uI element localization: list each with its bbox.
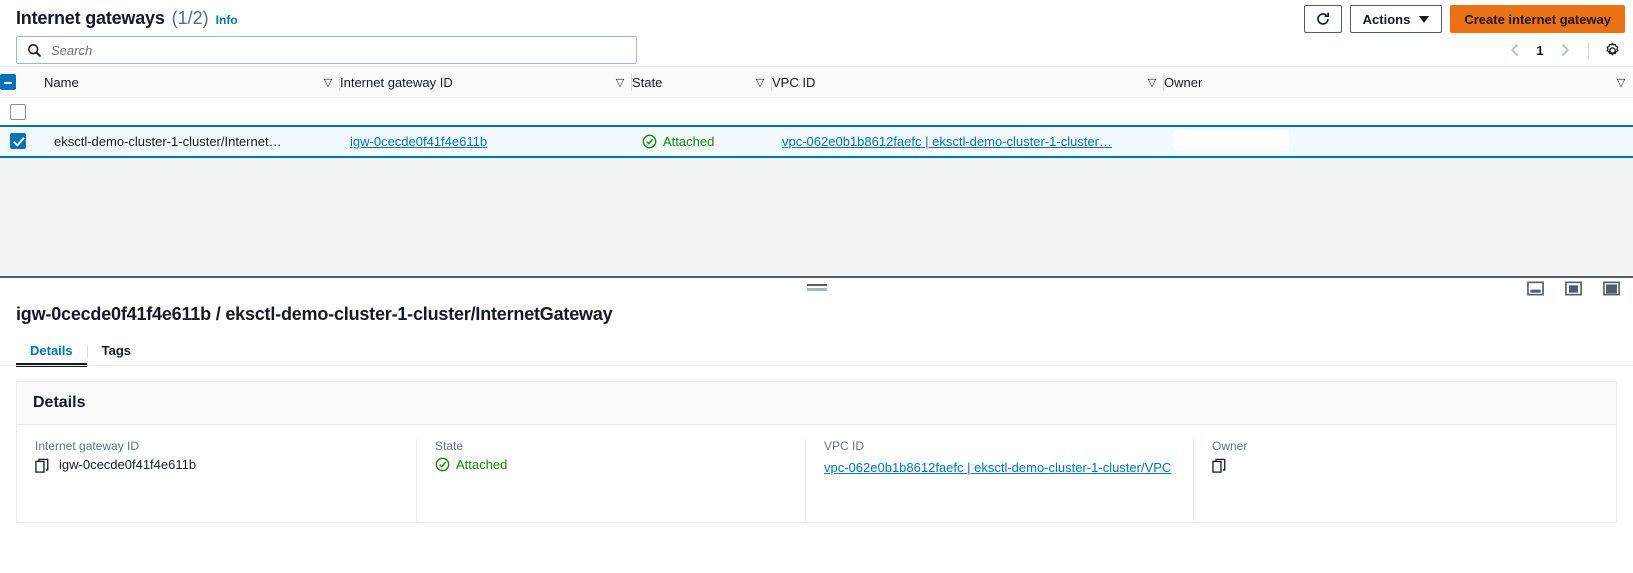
column-header-vpc-id[interactable]: VPC ID ▽	[772, 66, 1164, 98]
table-header-row: Name ▽ Internet gateway ID ▽ State ▽ VPC…	[0, 66, 1633, 98]
pagination-prev-button[interactable]	[1502, 38, 1528, 62]
copy-icon[interactable]	[1212, 458, 1227, 474]
pagination-divider	[1588, 41, 1589, 59]
check-circle-icon	[435, 457, 450, 471]
resize-handle-bar	[806, 287, 827, 291]
detail-label: VPC ID	[824, 438, 865, 453]
filter-row: 1	[0, 34, 1633, 66]
resize-handle[interactable]	[806, 283, 827, 291]
row-checkbox[interactable]	[10, 103, 26, 120]
resource-count: (1/2)	[171, 8, 209, 28]
gear-icon	[1606, 42, 1618, 55]
row-vpc-id-cell	[772, 97, 1164, 126]
sort-icon[interactable]: ▽	[316, 76, 340, 89]
gateway-id-link[interactable]: igw-0cecde0f41f4e611b	[350, 134, 487, 149]
table-settings-button[interactable]	[1599, 38, 1625, 62]
sort-icon[interactable]: ▽	[748, 76, 772, 89]
table-empty-area	[0, 157, 1633, 276]
panel-side-icon[interactable]	[1565, 280, 1582, 297]
search-icon	[27, 43, 42, 57]
column-header-name[interactable]: Name ▽	[44, 66, 340, 98]
resize-handle-bar	[806, 283, 827, 286]
column-header-owner[interactable]: Owner ▽	[1164, 66, 1633, 98]
details-card-heading: Details	[17, 381, 1616, 425]
tab-details-label: Details	[30, 342, 73, 358]
detail-field-owner: Owner	[1193, 438, 1613, 522]
column-header-gateway-id-label: Internet gateway ID	[340, 74, 453, 90]
create-button-label: Create internet gateway	[1464, 11, 1611, 27]
detail-label: State	[435, 438, 464, 453]
column-header-owner-label: Owner	[1164, 74, 1203, 90]
row-state-cell	[632, 97, 772, 126]
detail-field-vpc-id: VPC ID vpc-062e0b1b8612faefc | eksctl-de…	[805, 438, 1193, 522]
row-vpc-id-cell: vpc-062e0b1b8612faefc | eksctl-demo-clus…	[772, 124, 1164, 158]
detail-field-gateway-id: Internet gateway ID igw-0cecde0f41f4e611…	[17, 439, 416, 522]
panel-full-icon[interactable]	[1603, 280, 1620, 297]
vpc-id-link[interactable]: vpc-062e0b1b8612faefc | eksctl-demo-clus…	[782, 134, 1112, 149]
sort-icon[interactable]: ▽	[608, 76, 632, 89]
gateways-list-section: Internet gateways (1/2) Info Actions Cre…	[0, 0, 1633, 276]
row-gateway-id-cell	[340, 97, 632, 126]
state-label: Attached	[663, 133, 715, 149]
owner-redacted-value	[1174, 129, 1289, 150]
tab-tags-label: Tags	[101, 342, 132, 358]
row-state-cell: Attached	[632, 124, 772, 158]
title-group: Internet gateways (1/2) Info	[16, 8, 238, 29]
tab-details[interactable]: Details	[16, 337, 87, 367]
page-title: Internet gateways	[16, 8, 165, 28]
details-card: Details Internet gateway ID igw-0cecde0f…	[16, 380, 1617, 523]
column-header-vpc-id-label: VPC ID	[772, 74, 816, 90]
row-name-cell: eksctl-demo-cluster-1-cluster/Internet…	[44, 124, 340, 158]
panel-tabs: Details Tags	[0, 337, 1633, 367]
detail-label: Internet gateway ID	[35, 438, 140, 453]
actions-button-label: Actions	[1362, 11, 1411, 27]
row-owner-cell	[1164, 124, 1633, 158]
sort-icon[interactable]: ▽	[1140, 76, 1164, 89]
table-row[interactable]: eksctl-demo-cluster-1-cluster/Internet… …	[0, 124, 1633, 158]
panel-layout-controls	[1527, 280, 1620, 297]
column-header-gateway-id[interactable]: Internet gateway ID ▽	[340, 66, 632, 98]
chevron-left-icon	[1511, 43, 1519, 57]
row-select-cell	[0, 97, 44, 126]
panel-bottom-icon[interactable]	[1527, 280, 1544, 297]
column-header-state-label: State	[632, 74, 663, 90]
info-link[interactable]: Info	[216, 13, 238, 27]
pagination-next-button[interactable]	[1552, 38, 1578, 62]
search-box[interactable]	[16, 36, 637, 64]
table-body: eksctl-demo-cluster-1-cluster/Internet… …	[0, 97, 1633, 158]
refresh-button[interactable]	[1303, 5, 1342, 33]
chevron-right-icon	[1561, 43, 1569, 57]
pagination: 1	[1502, 38, 1625, 62]
detail-field-state: State Attached	[416, 438, 805, 522]
column-header-state[interactable]: State ▽	[632, 66, 772, 98]
check-circle-icon	[642, 134, 657, 148]
row-select-cell	[0, 124, 44, 158]
row-owner-cell	[1164, 97, 1633, 126]
column-header-name-label: Name	[44, 74, 79, 90]
vpc-id-link[interactable]: vpc-062e0b1b8612faefc | eksctl-demo-clus…	[824, 457, 1171, 478]
row-checkbox[interactable]	[10, 133, 26, 150]
internet-gateways-table: Name ▽ Internet gateway ID ▽ State ▽ VPC…	[0, 66, 1633, 158]
copy-icon[interactable]	[35, 458, 50, 474]
table-row[interactable]	[0, 97, 1633, 126]
details-grid: Internet gateway ID igw-0cecde0f41f4e611…	[17, 425, 1616, 522]
actions-button[interactable]: Actions	[1349, 5, 1443, 33]
create-internet-gateway-button[interactable]: Create internet gateway	[1450, 5, 1625, 33]
select-all-header	[0, 66, 44, 98]
detail-value: igw-0cecde0f41f4e611b	[59, 456, 197, 472]
chevron-down-icon	[1419, 15, 1430, 23]
table-header: Name ▽ Internet gateway ID ▽ State ▽ VPC…	[0, 66, 1633, 98]
search-input[interactable]	[51, 42, 630, 58]
refresh-icon	[1316, 12, 1329, 25]
tab-tags[interactable]: Tags	[88, 337, 145, 366]
row-name-cell	[44, 97, 340, 126]
select-all-checkbox[interactable]	[0, 74, 16, 91]
detail-label: Owner	[1212, 438, 1248, 453]
sort-icon[interactable]: ▽	[1609, 76, 1633, 89]
header-actions: Actions Create internet gateway	[1303, 5, 1625, 33]
pagination-page-number[interactable]: 1	[1532, 43, 1548, 58]
split-panel: igw-0cecde0f41f4e611b / eksctl-demo-clus…	[0, 275, 1633, 549]
row-gateway-id-cell: igw-0cecde0f41f4e611b	[340, 124, 632, 158]
detail-value: Attached	[456, 456, 508, 472]
